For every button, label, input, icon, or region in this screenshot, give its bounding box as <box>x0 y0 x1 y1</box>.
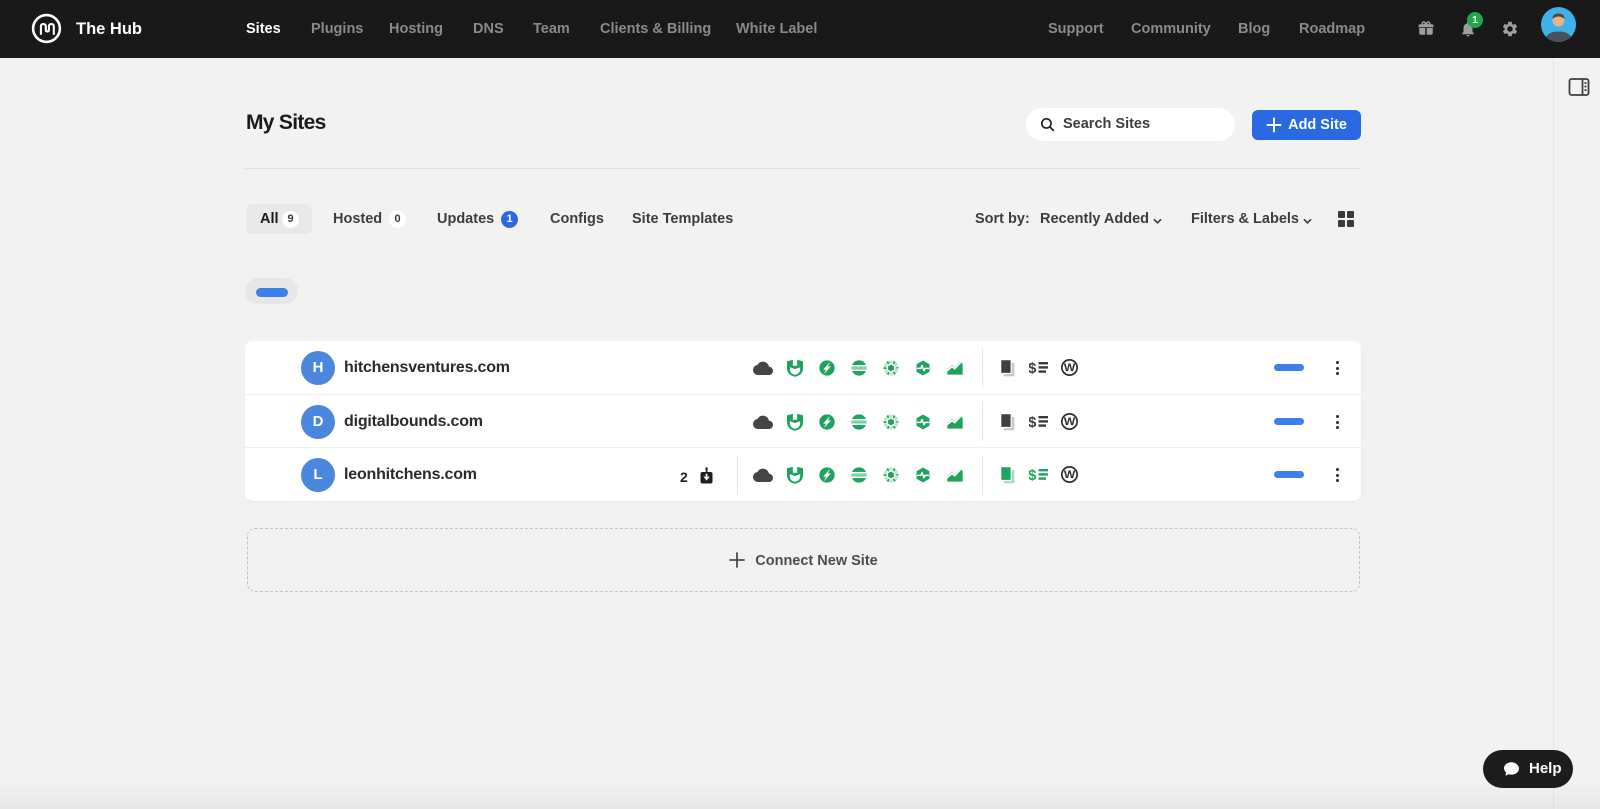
svg-text:W: W <box>1064 469 1075 481</box>
svg-text:$: $ <box>1029 414 1037 429</box>
svg-text:W: W <box>1064 416 1075 428</box>
svg-text:$: $ <box>1029 360 1037 375</box>
svg-text:W: W <box>1064 362 1075 374</box>
svg-text:$: $ <box>1029 467 1037 482</box>
